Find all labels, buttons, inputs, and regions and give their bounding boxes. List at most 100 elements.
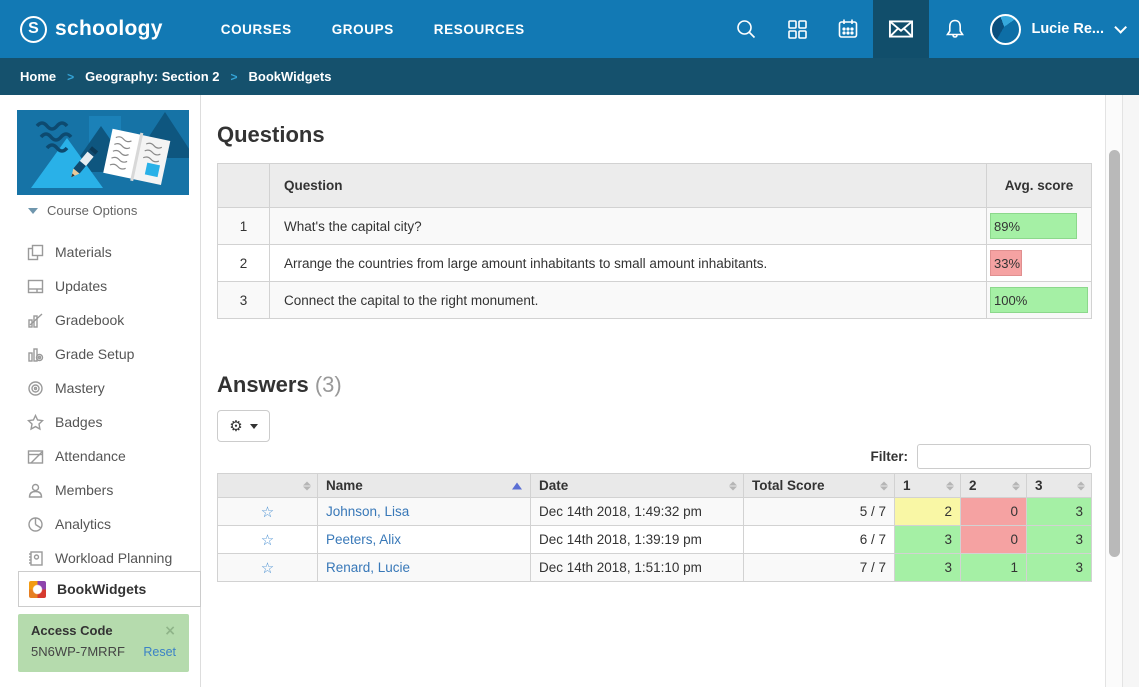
questions-header-avg-score: Avg. score — [987, 164, 1092, 208]
question-row: 3 Connect the capital to the right monum… — [218, 282, 1092, 319]
avatar[interactable] — [990, 14, 1021, 45]
nav-link-groups[interactable]: GROUPS — [332, 22, 394, 37]
star-icon[interactable]: ☆ — [261, 503, 274, 521]
sort-icon — [946, 481, 954, 490]
user-name[interactable]: Lucie Re... — [1031, 21, 1104, 37]
answer-row: ☆ Renard, Lucie Dec 14th 2018, 1:51:10 p… — [218, 554, 1092, 582]
scrollbar-thumb[interactable] — [1109, 150, 1120, 557]
sidebar-item-members[interactable]: Members — [0, 473, 201, 507]
messages-icon[interactable] — [873, 0, 929, 58]
answers-header-total[interactable]: Total Score — [744, 474, 895, 498]
updates-icon — [27, 278, 44, 295]
sort-ascending-icon — [512, 482, 522, 489]
breadcrumb-current: BookWidgets — [249, 69, 332, 84]
sort-icon — [880, 481, 888, 490]
sort-icon — [729, 481, 737, 490]
breadcrumb: Home > Geography: Section 2 > BookWidget… — [0, 58, 1139, 95]
filter-label: Filter: — [870, 449, 908, 464]
sidebar-item-mastery[interactable]: Mastery — [0, 371, 201, 405]
sidebar-item-updates[interactable]: Updates — [0, 269, 201, 303]
chevron-down-icon[interactable] — [1114, 21, 1127, 34]
answers-count: (3) — [315, 372, 342, 397]
questions-header-num — [218, 164, 270, 208]
student-name-link[interactable]: Johnson, Lisa — [326, 504, 409, 519]
question-row: 1 What's the capital city? 89% — [218, 208, 1092, 245]
answers-header-name[interactable]: Name — [318, 474, 531, 498]
answers-header-q1[interactable]: 1 — [895, 474, 961, 498]
sidebar-item-attendance[interactable]: Attendance — [0, 439, 201, 473]
question-text: Connect the capital to the right monumen… — [270, 282, 987, 319]
answers-title: Answers — [217, 372, 309, 397]
calendar-icon[interactable] — [822, 0, 873, 58]
notifications-icon[interactable] — [929, 0, 980, 58]
main-content: Questions Question Avg. score 1 What's t… — [202, 95, 1105, 687]
sidebar-item-analytics[interactable]: Analytics — [0, 507, 201, 541]
schoology-s-icon: S — [20, 16, 47, 43]
course-image[interactable] — [17, 110, 189, 195]
answer-date: Dec 14th 2018, 1:39:19 pm — [531, 526, 744, 554]
sidebar-item-materials[interactable]: Materials — [0, 235, 201, 269]
sidebar-item-gradebook[interactable]: Gradebook — [0, 303, 201, 337]
caret-down-icon — [28, 208, 38, 214]
answers-header-star[interactable] — [218, 474, 318, 498]
apps-grid-icon[interactable] — [771, 0, 822, 58]
student-name-link[interactable]: Peeters, Alix — [326, 532, 401, 547]
course-options-label: Course Options — [47, 203, 137, 218]
gradebook-icon — [27, 312, 44, 329]
sidebar-item-badges[interactable]: Badges — [0, 405, 201, 439]
sidebar-item-workload-planning[interactable]: Workload Planning — [0, 541, 201, 575]
close-icon[interactable]: × — [164, 626, 176, 636]
grade-setup-icon — [27, 346, 44, 363]
course-sidebar: Course Options Materials Updates Gradebo… — [0, 95, 201, 687]
breadcrumb-separator: > — [67, 70, 74, 84]
settings-dropdown-button[interactable]: ⚙ — [217, 410, 270, 442]
question-score: 3 — [895, 554, 961, 582]
answers-header-date[interactable]: Date — [531, 474, 744, 498]
question-score: 0 — [961, 498, 1027, 526]
access-code-panel: Access Code × 5N6WP-7MRRF Reset — [18, 614, 189, 672]
answer-date: Dec 14th 2018, 1:51:10 pm — [531, 554, 744, 582]
gear-icon: ⚙ — [229, 419, 242, 434]
questions-header-question: Question — [270, 164, 987, 208]
materials-icon — [27, 244, 44, 261]
sidebar-item-bookwidgets[interactable]: BookWidgets — [18, 571, 201, 607]
nav-link-courses[interactable]: COURSES — [221, 22, 292, 37]
schoology-logo[interactable]: S schoology — [20, 16, 163, 43]
question-text: What's the capital city? — [270, 208, 987, 245]
members-icon — [27, 482, 44, 499]
question-score: 3 — [895, 526, 961, 554]
filter-input[interactable] — [917, 444, 1091, 469]
user-menu[interactable]: Lucie Re... — [980, 14, 1139, 45]
answer-row: ☆ Johnson, Lisa Dec 14th 2018, 1:49:32 p… — [218, 498, 1092, 526]
breadcrumb-course[interactable]: Geography: Section 2 — [85, 69, 219, 84]
star-icon[interactable]: ☆ — [261, 531, 274, 549]
access-code-title: Access Code — [31, 623, 113, 638]
question-number: 3 — [218, 282, 270, 319]
question-score: 2 — [895, 498, 961, 526]
answers-header-q3[interactable]: 3 — [1027, 474, 1092, 498]
vertical-scrollbar[interactable] — [1105, 95, 1123, 687]
access-code-reset-link[interactable]: Reset — [143, 645, 176, 659]
answers-header-q2[interactable]: 2 — [961, 474, 1027, 498]
analytics-icon — [27, 516, 44, 533]
top-navbar: S schoology COURSES GROUPS RESOURCES Luc… — [0, 0, 1139, 58]
nav-link-resources[interactable]: RESOURCES — [434, 22, 525, 37]
total-score: 6 / 7 — [744, 526, 895, 554]
sidebar-item-grade-setup[interactable]: Grade Setup — [0, 337, 201, 371]
star-icon[interactable]: ☆ — [261, 559, 274, 577]
breadcrumb-home[interactable]: Home — [20, 69, 56, 84]
answers-heading: Answers (3) — [217, 372, 342, 398]
total-score: 7 / 7 — [744, 554, 895, 582]
caret-down-icon — [250, 424, 258, 429]
breadcrumb-separator: > — [231, 70, 238, 84]
search-icon[interactable] — [720, 0, 771, 58]
window-gutter — [1123, 95, 1139, 687]
avg-score-bar: 33% — [990, 250, 1022, 276]
course-options-toggle[interactable]: Course Options — [28, 203, 137, 218]
question-number: 2 — [218, 245, 270, 282]
student-name-link[interactable]: Renard, Lucie — [326, 560, 410, 575]
workload-planning-icon — [27, 550, 44, 567]
navbar-right: Lucie Re... — [720, 0, 1139, 58]
filter-row: Filter: — [217, 444, 1091, 469]
answer-date: Dec 14th 2018, 1:49:32 pm — [531, 498, 744, 526]
